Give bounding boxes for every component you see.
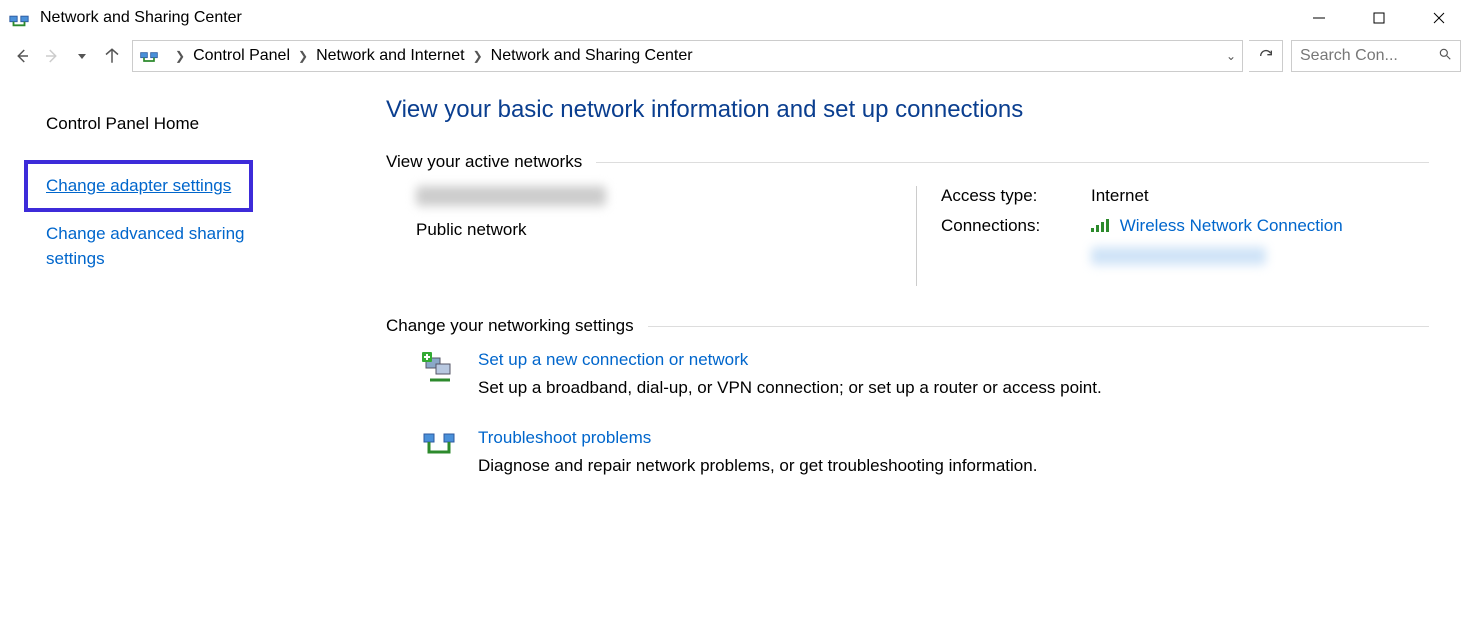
search-placeholder: Search Con... xyxy=(1300,47,1398,65)
refresh-button[interactable] xyxy=(1249,40,1283,72)
access-type-value: Internet xyxy=(1091,186,1149,206)
setup-connection-desc: Set up a broadband, dial-up, or VPN conn… xyxy=(478,378,1102,398)
navigation-bar: ❯ Control Panel ❯ Network and Internet ❯… xyxy=(0,36,1469,76)
chevron-down-icon[interactable]: ⌄ xyxy=(1226,49,1236,63)
up-button[interactable] xyxy=(98,42,126,70)
breadcrumb-item[interactable]: Network and Sharing Center xyxy=(491,47,693,65)
address-bar[interactable]: ❯ Control Panel ❯ Network and Internet ❯… xyxy=(132,40,1243,72)
vertical-divider xyxy=(916,186,917,286)
maximize-button[interactable] xyxy=(1349,0,1409,36)
back-button[interactable] xyxy=(8,42,36,70)
networking-settings-section-label: Change your networking settings xyxy=(386,316,1429,336)
divider xyxy=(648,326,1429,327)
control-panel-home-link[interactable]: Control Panel Home xyxy=(46,114,199,134)
network-type-label: Public network xyxy=(416,220,916,240)
forward-button[interactable] xyxy=(38,42,66,70)
highlight-annotation: Change adapter settings xyxy=(24,160,253,212)
change-adapter-settings-link[interactable]: Change adapter settings xyxy=(46,176,231,196)
window-title: Network and Sharing Center xyxy=(40,9,242,27)
connections-label: Connections: xyxy=(941,216,1091,237)
setting-item: Set up a new connection or network Set u… xyxy=(420,350,1429,398)
close-button[interactable] xyxy=(1409,0,1469,36)
new-connection-icon xyxy=(420,350,460,390)
divider xyxy=(596,162,1429,163)
connection-link[interactable]: Wireless Network Connection xyxy=(1120,216,1343,235)
setup-connection-link[interactable]: Set up a new connection or network xyxy=(478,350,1102,370)
search-input[interactable]: Search Con... xyxy=(1291,40,1461,72)
search-icon xyxy=(1438,47,1452,66)
recent-locations-button[interactable] xyxy=(68,42,96,70)
chevron-right-icon[interactable]: ❯ xyxy=(298,49,308,63)
section-text: Change your networking settings xyxy=(386,316,634,336)
troubleshoot-desc: Diagnose and repair network problems, or… xyxy=(478,456,1037,476)
access-type-label: Access type: xyxy=(941,186,1091,206)
app-icon xyxy=(8,7,30,29)
setting-item: Troubleshoot problems Diagnose and repai… xyxy=(420,428,1429,476)
page-heading: View your basic network information and … xyxy=(386,96,1429,124)
network-identity: Public network xyxy=(416,186,916,286)
troubleshoot-link[interactable]: Troubleshoot problems xyxy=(478,428,1037,448)
minimize-button[interactable] xyxy=(1289,0,1349,36)
troubleshoot-icon xyxy=(420,428,460,468)
address-icon xyxy=(139,46,159,66)
breadcrumb-item[interactable]: Network and Internet xyxy=(316,47,465,65)
window-controls xyxy=(1289,0,1469,36)
active-networks-section-label: View your active networks xyxy=(386,152,1429,172)
change-advanced-sharing-link[interactable]: Change advanced sharing settings xyxy=(46,222,306,271)
main-content: View your basic network information and … xyxy=(360,96,1469,506)
wifi-signal-icon xyxy=(1091,217,1109,237)
connection-detail-redacted xyxy=(1091,247,1266,265)
sidebar: Control Panel Home Change adapter settin… xyxy=(0,96,360,506)
network-name-redacted xyxy=(416,186,606,206)
title-bar: Network and Sharing Center xyxy=(0,0,1469,36)
chevron-right-icon[interactable]: ❯ xyxy=(473,49,483,63)
section-text: View your active networks xyxy=(386,152,582,172)
chevron-right-icon[interactable]: ❯ xyxy=(175,49,185,63)
breadcrumb-item[interactable]: Control Panel xyxy=(193,47,290,65)
